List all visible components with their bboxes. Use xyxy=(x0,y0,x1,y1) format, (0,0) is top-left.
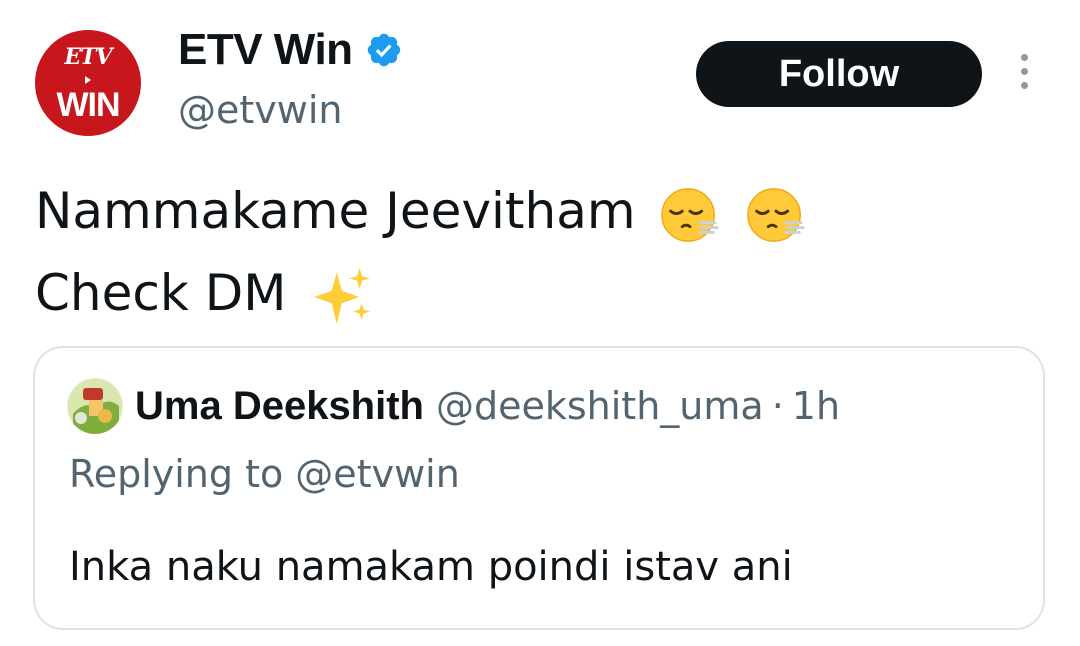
face-exhaling-emoji xyxy=(661,187,720,242)
quoted-user-name[interactable]: Uma Deekshith xyxy=(135,384,424,429)
verified-badge-icon xyxy=(367,33,400,67)
tweet-line-2-text: Check DM xyxy=(35,264,287,322)
tweet-line-2: Check DM xyxy=(35,252,1035,334)
tweet-text: Nammakame Jeevitham Check DM xyxy=(35,170,1035,334)
account-name-row: ETV Win xyxy=(178,24,403,76)
quoted-separator: · xyxy=(771,384,784,428)
account-handle[interactable]: @etvwin xyxy=(178,88,343,132)
sparkles-emoji xyxy=(314,267,371,324)
quoted-timestamp[interactable]: 1h xyxy=(792,384,840,428)
account-display-name[interactable]: ETV Win xyxy=(178,25,353,75)
follow-button[interactable]: Follow xyxy=(696,41,982,107)
profile-avatar[interactable]: ETV WIN xyxy=(35,30,141,136)
quoted-user-avatar[interactable] xyxy=(67,378,123,434)
quoted-user-handle[interactable]: @deekshith_uma xyxy=(436,384,764,428)
replying-to-label: Replying to @etvwin xyxy=(69,452,460,496)
face-exhaling-emoji xyxy=(747,187,805,242)
quoted-tweet-header: Uma Deekshith @deekshith_uma · 1h xyxy=(135,376,840,436)
avatar-logo-bottom: WIN xyxy=(56,86,120,124)
more-vertical-icon[interactable] xyxy=(1014,54,1034,94)
tweet-line-1: Nammakame Jeevitham xyxy=(35,170,1035,252)
quoted-tweet-card[interactable]: Uma Deekshith @deekshith_uma · 1h Replyi… xyxy=(33,346,1045,630)
avatar-logo-top: ETV xyxy=(64,44,112,70)
quoted-avatar-image xyxy=(67,378,123,434)
quoted-tweet-text: Inka naku namakam poindi istav ani xyxy=(69,544,793,590)
tweet-line-1-text: Nammakame Jeevitham xyxy=(35,182,636,240)
avatar-play-icon xyxy=(85,76,91,84)
